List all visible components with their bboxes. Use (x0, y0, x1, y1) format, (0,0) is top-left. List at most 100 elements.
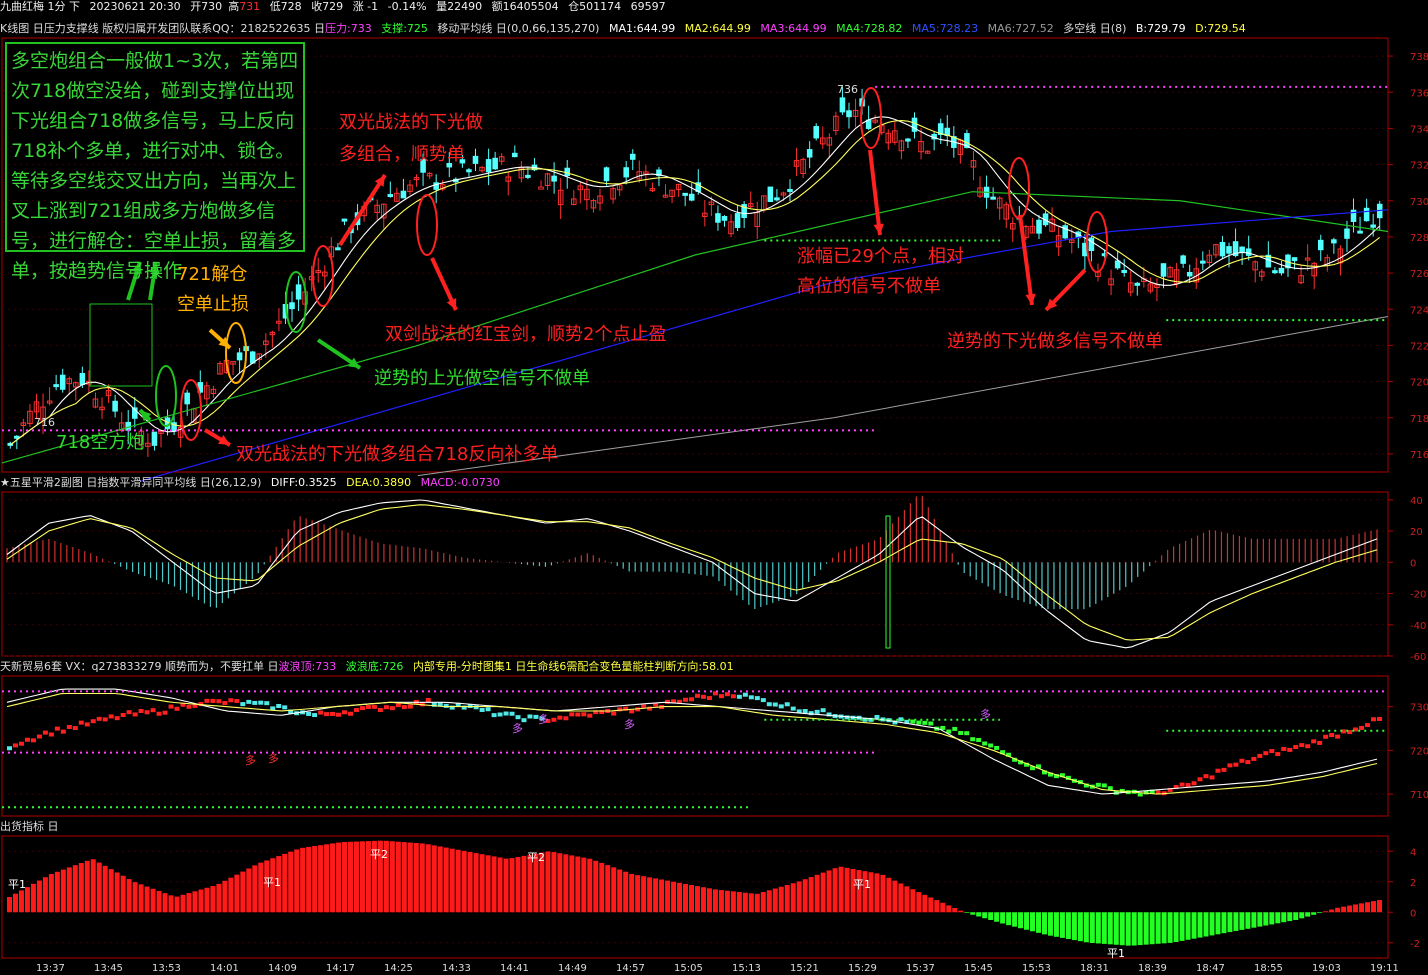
candle-body (990, 196, 996, 200)
ship-bar (904, 886, 910, 913)
ship-bar (509, 858, 515, 913)
ship-bar (808, 877, 814, 913)
annotation-721-unlock: 721解仓 (177, 264, 248, 285)
ship-bar (916, 892, 922, 913)
macd-value: MACD:-0.0730 (420, 476, 500, 489)
annotation-dual-light-1: 双光战法的下光做 (339, 112, 483, 133)
ship-bar (1024, 912, 1030, 930)
ship-bar (1012, 912, 1018, 927)
ship-bar (503, 858, 509, 913)
wave-block (1281, 746, 1287, 751)
time-tick-label: 14:49 (558, 963, 587, 974)
ship-bar (443, 847, 449, 913)
ship-bar (1371, 901, 1377, 913)
ship-bar (312, 846, 318, 913)
amount: 额16405504 (491, 0, 559, 13)
wave-block (282, 705, 288, 710)
ship-bar (1377, 900, 1382, 913)
ship-bar (1161, 912, 1167, 944)
ship-bar (964, 912, 970, 913)
low-price: 低728 (269, 0, 302, 13)
ship-bar (994, 912, 1000, 922)
wave-block (276, 704, 282, 709)
ship-bar (1185, 912, 1191, 940)
candle-body (151, 431, 158, 446)
ship-bar (1341, 906, 1347, 913)
wave-block (1275, 752, 1281, 757)
ship-bar (66, 867, 72, 913)
ship-bar (300, 847, 306, 913)
ship-bar (306, 846, 312, 913)
open-interest: 仓501174 (568, 0, 622, 13)
wave-block (874, 714, 880, 719)
wave-block (12, 743, 18, 748)
exit-signal: 平1 (263, 876, 281, 889)
wave-block (210, 698, 216, 703)
ship-bar (144, 886, 150, 913)
wave-block (1257, 753, 1263, 758)
wave-block (790, 706, 796, 711)
ship-bar (683, 883, 689, 913)
ship-bar (18, 890, 24, 913)
ship-bar (1353, 904, 1359, 913)
wave-block (395, 703, 401, 708)
ship-bar (970, 912, 976, 915)
ship-tick-label: 4 (1410, 847, 1416, 858)
candle-body (682, 192, 688, 196)
wave-block (1365, 723, 1371, 728)
ma3-value: MA3:644.99 (760, 22, 827, 35)
ship-bar (706, 888, 712, 913)
ship-bar (84, 860, 90, 913)
wave-block (736, 694, 742, 699)
ship-bar (102, 865, 108, 913)
time-tick-label: 14:09 (268, 963, 297, 974)
wave-block (1095, 782, 1101, 787)
ship-bar (12, 893, 18, 913)
ship-bar (724, 890, 730, 913)
strategy-note-box: 多空炮组合一般做1~3次，若第四次718做空没给，碰到支撑位出现下光组合718做… (5, 42, 305, 282)
candle-body (774, 197, 780, 201)
wave-block (563, 716, 569, 721)
ship-bar (796, 881, 802, 913)
ship-bar (78, 863, 84, 913)
wave-block (916, 720, 922, 725)
price-tick-label: 738 (1410, 52, 1428, 63)
ship-bar (1101, 912, 1107, 944)
ship-bar (1065, 912, 1071, 939)
ship-bar (120, 875, 126, 913)
ship-bar (1227, 912, 1233, 933)
candle-body (688, 193, 695, 201)
exit-signal: 平1 (853, 878, 871, 891)
ship-bar (718, 890, 724, 913)
wave-block (264, 701, 270, 706)
wave-block (126, 710, 132, 715)
ship-bar (353, 841, 359, 913)
ship-bar (1000, 912, 1006, 924)
ship-bar (689, 885, 694, 913)
time-tick-label: 19:11 (1370, 963, 1399, 974)
ship-bar (42, 877, 48, 913)
wave-block (72, 726, 78, 731)
wave-block (976, 737, 982, 742)
wave-block (772, 702, 778, 707)
ship-bar (946, 905, 952, 913)
ship-bar (928, 897, 934, 913)
candle-body (492, 157, 498, 170)
ship-bar (1125, 912, 1131, 946)
ship-bar (784, 884, 790, 913)
ship-bar (192, 891, 198, 913)
wave-block (689, 697, 694, 702)
candle-body (79, 372, 86, 386)
ship-bar (1245, 912, 1251, 929)
candle-body (715, 213, 721, 223)
ship-bar (736, 892, 742, 913)
macd-tick-label: 40 (1410, 496, 1423, 507)
wave-bottom-value: 波浪底:726 (345, 660, 404, 673)
ship-bar (748, 893, 754, 913)
ship-bar (1018, 912, 1024, 929)
wave-tick-label: 730 (1410, 703, 1428, 714)
wave-block (1305, 744, 1311, 749)
signal-circle (225, 322, 247, 384)
ship-bar (629, 873, 635, 913)
time-axis: 13:37 13:45 13:53 14:01 14:09 14:17 14:25 14:33… (0, 962, 1428, 975)
